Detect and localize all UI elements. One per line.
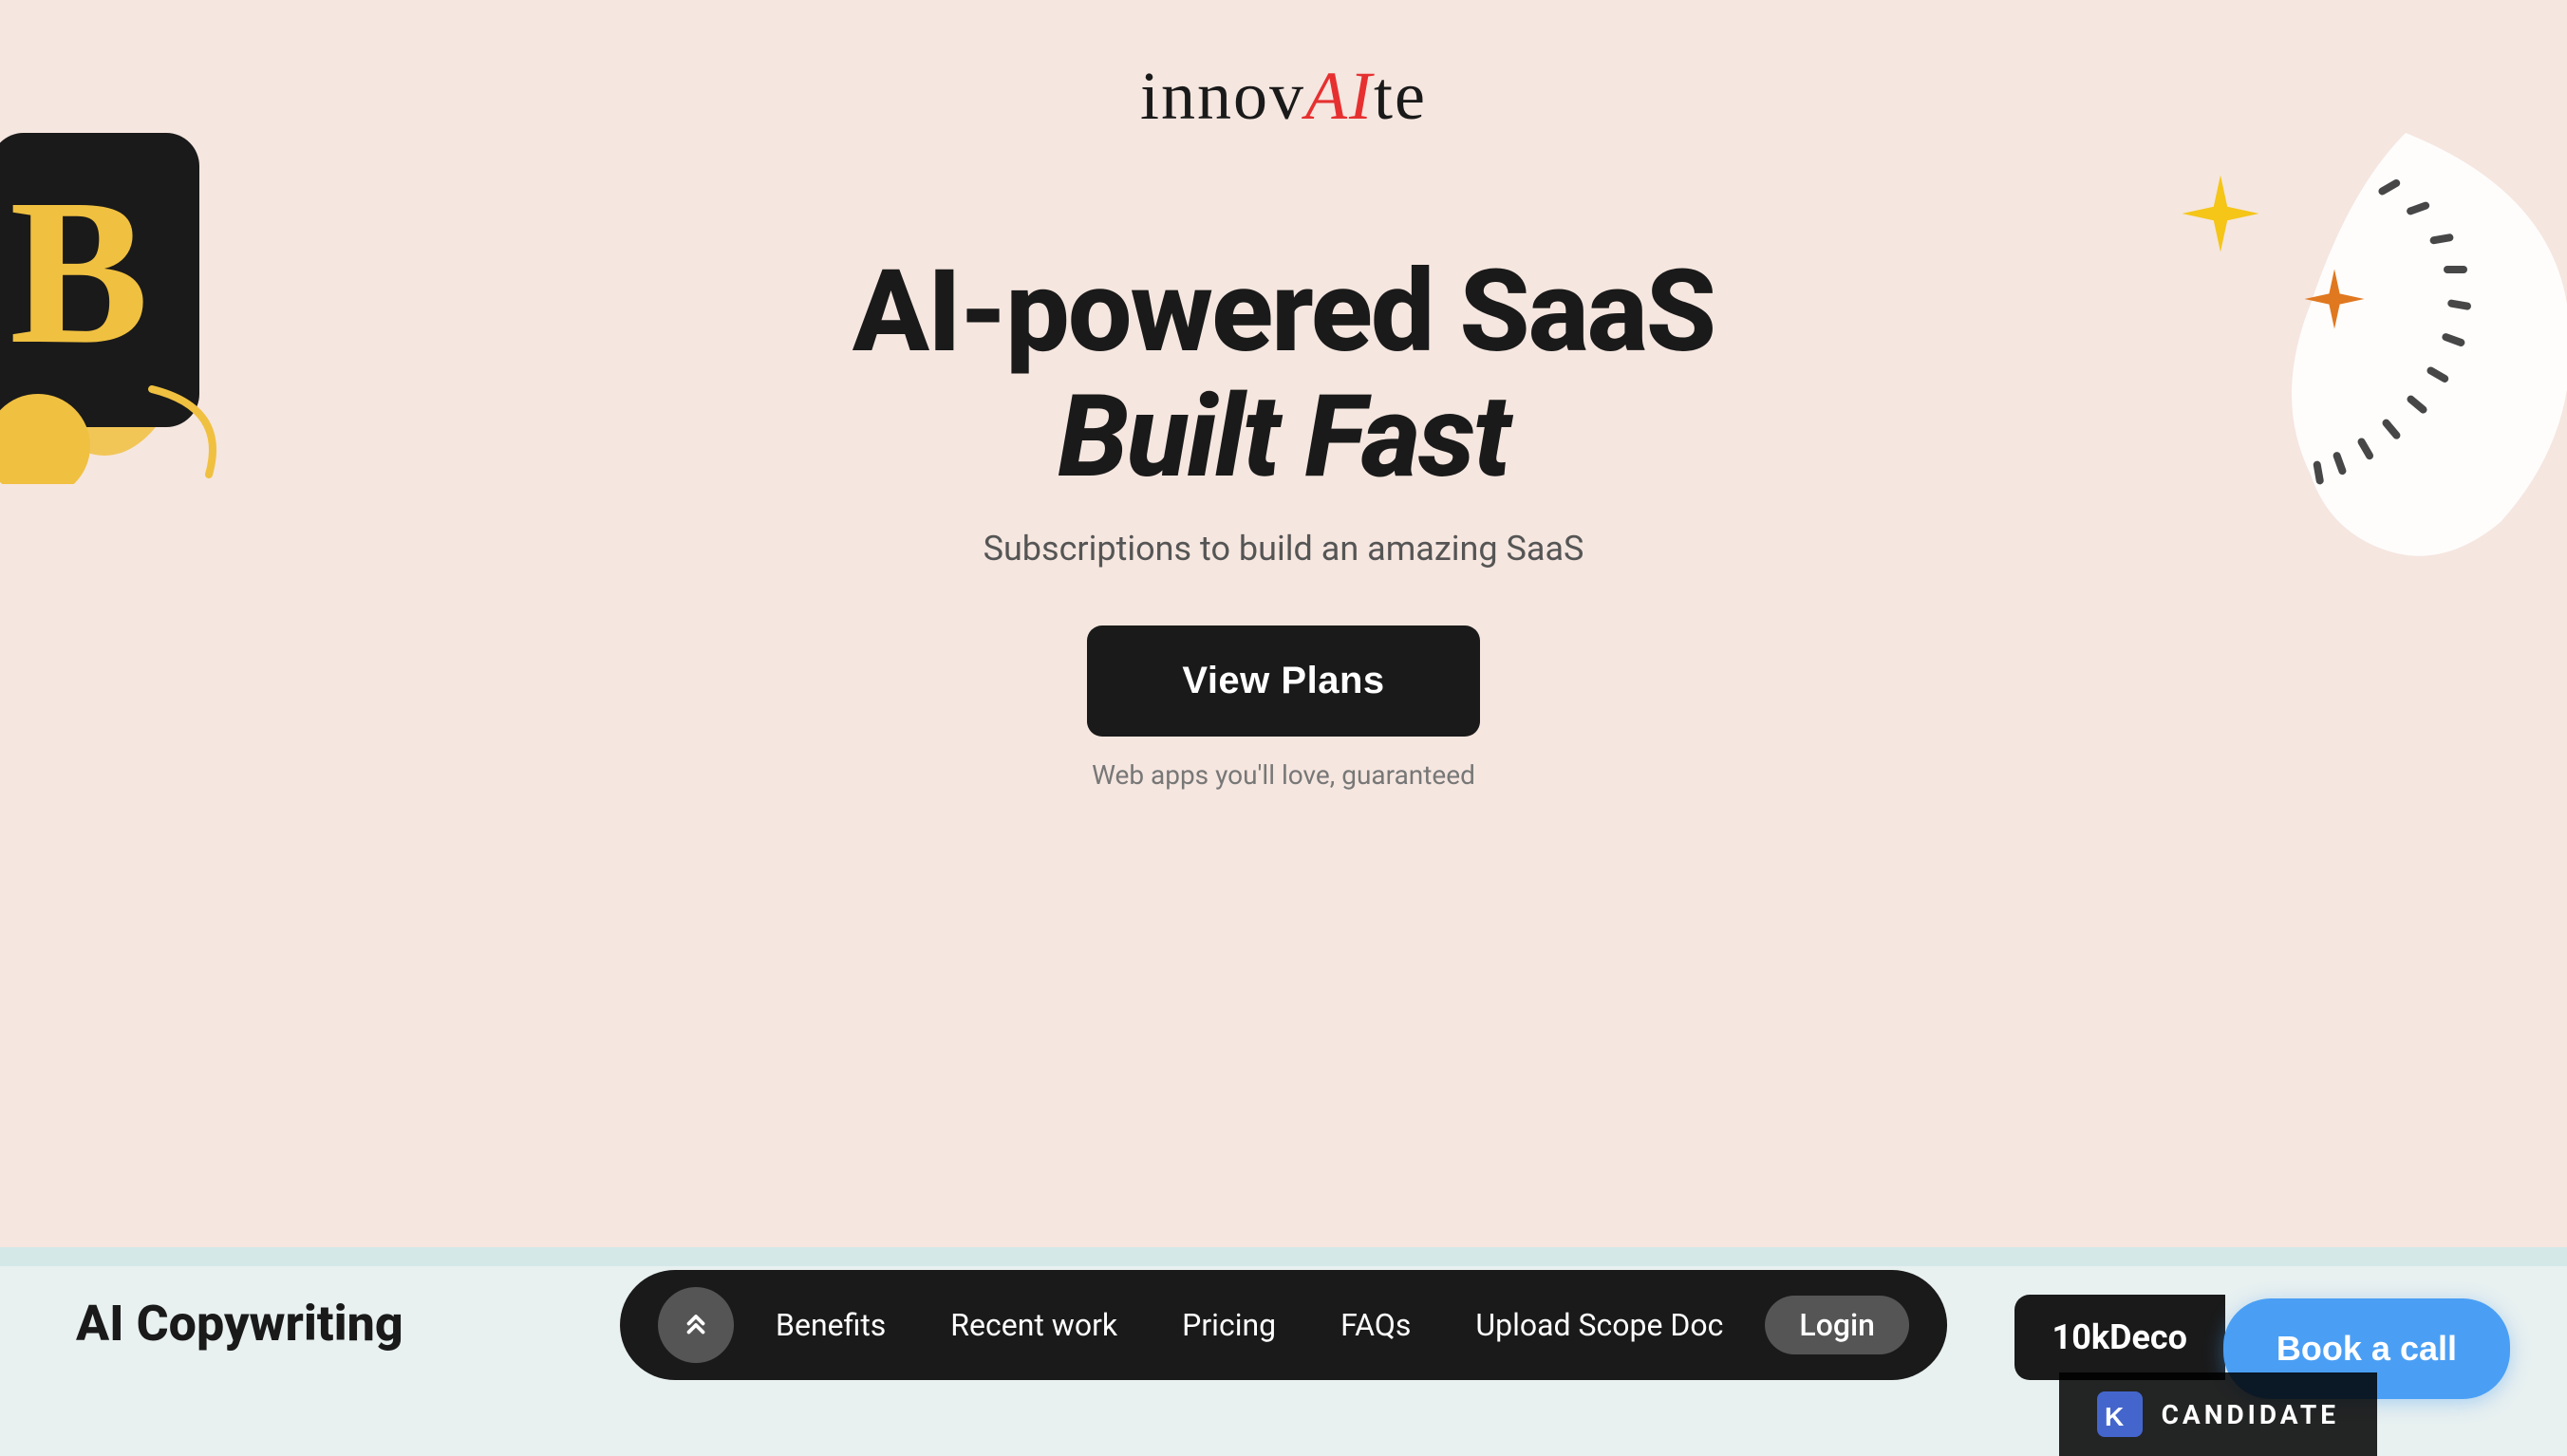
guarantee-text: Web apps you'll love, guaranteed bbox=[1092, 759, 1475, 791]
candidate-label: CANDIDATE bbox=[2162, 1399, 2339, 1430]
deco-left: B bbox=[0, 76, 256, 488]
hero-subtitle: Subscriptions to build an amazing SaaS bbox=[853, 529, 1714, 569]
nav-recent-work[interactable]: Recent work bbox=[927, 1297, 1140, 1353]
logo-container: innovAIte bbox=[1140, 57, 1427, 136]
logo-suffix: te bbox=[1374, 58, 1427, 134]
hero-title-line2: Built Fast bbox=[1058, 371, 1509, 504]
star-orange-icon bbox=[2301, 266, 2368, 336]
hero-title-line1: AI-powered SaaS bbox=[853, 246, 1714, 379]
nav-upload-scope[interactable]: Upload Scope Doc bbox=[1452, 1297, 1746, 1353]
view-plans-button[interactable]: View Plans bbox=[1087, 625, 1479, 737]
logo-prefix: innov bbox=[1140, 58, 1305, 134]
ai-copywriting-label: AI Copywriting bbox=[76, 1295, 403, 1353]
candidate-logo-icon: K bbox=[2097, 1391, 2143, 1437]
nav-faqs[interactable]: FAQs bbox=[1318, 1297, 1433, 1353]
hero-section: innovAIte B bbox=[0, 0, 2567, 1456]
logo: innovAIte bbox=[1140, 57, 1427, 136]
hero-title: AI-powered SaaS Built Fast bbox=[853, 250, 1714, 500]
scroll-up-button[interactable] bbox=[658, 1287, 734, 1363]
deco-left-svg: B bbox=[0, 76, 256, 484]
10kdeco-badge: 10kDeco bbox=[2014, 1295, 2225, 1380]
hero-content: AI-powered SaaS Built Fast Subscriptions… bbox=[853, 250, 1714, 791]
cta-container: View Plans Web apps you'll love, guarant… bbox=[853, 625, 1714, 791]
svg-text:B: B bbox=[9, 156, 149, 387]
nav-pricing[interactable]: Pricing bbox=[1159, 1297, 1299, 1353]
login-button[interactable]: Login bbox=[1765, 1296, 1909, 1354]
nav-benefits[interactable]: Benefits bbox=[753, 1297, 909, 1353]
white-curve-deco bbox=[2216, 114, 2567, 592]
navbar: Benefits Recent work Pricing FAQs Upload… bbox=[620, 1270, 1947, 1380]
svg-text:K: K bbox=[2105, 1402, 2127, 1431]
logo-highlight: AI bbox=[1305, 58, 1374, 134]
star-yellow-icon bbox=[2178, 171, 2263, 260]
chevrons-up-icon bbox=[679, 1308, 713, 1342]
deco-right bbox=[2168, 76, 2567, 532]
candidate-badge: K CANDIDATE bbox=[2059, 1372, 2377, 1456]
